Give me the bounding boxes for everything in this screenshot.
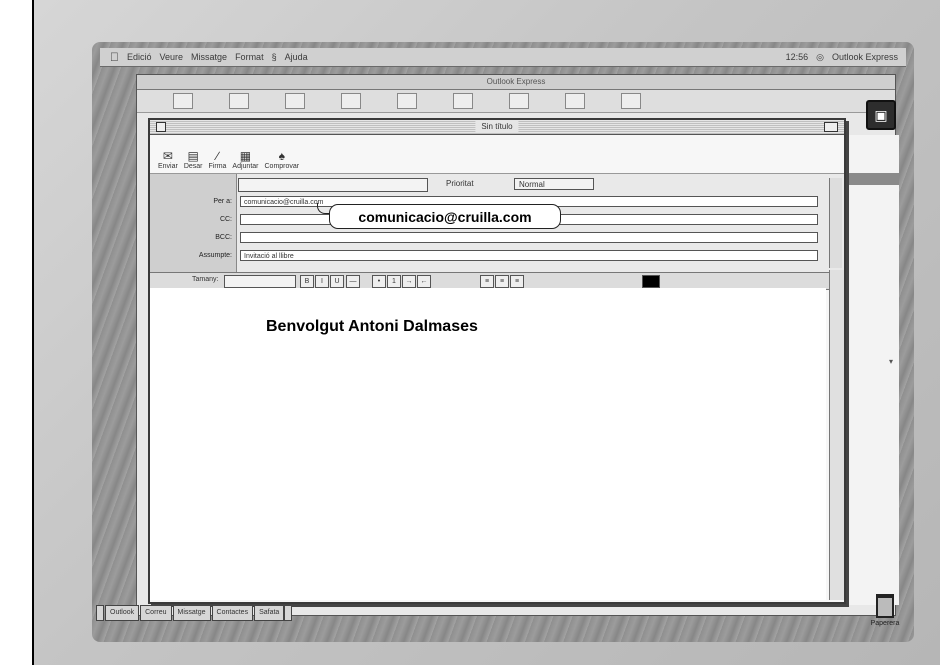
italic-button[interactable]: I xyxy=(315,275,329,288)
outdent-button[interactable]: ← xyxy=(417,275,431,288)
attach-button[interactable]: ▦ Adjuntar xyxy=(232,149,258,173)
priority-select[interactable]: Normal xyxy=(514,178,594,190)
taskbar-right-cap xyxy=(284,605,293,621)
signature-label: Firma xyxy=(208,163,227,170)
message-body[interactable]: Benvolgut Antoni Dalmases xyxy=(150,288,826,600)
zoom-box-icon[interactable] xyxy=(824,122,838,132)
priority-label: Prioritat xyxy=(446,179,474,188)
rule-button-group: — xyxy=(346,275,361,288)
check-names-label: Comprovar xyxy=(264,163,300,170)
bullet-list-button[interactable]: • xyxy=(372,275,386,288)
email-callout: comunicacio@cruilla.com xyxy=(329,204,561,229)
subject-row: Assumpte: Invitació al llibre xyxy=(150,250,820,262)
bcc-row: BCC: xyxy=(150,232,820,244)
numbered-list-button[interactable]: 1 xyxy=(387,275,401,288)
toolbar-button-7[interactable] xyxy=(509,93,529,109)
message-list-panel: ▾ xyxy=(848,135,899,605)
style-button-group: B I U xyxy=(300,275,345,288)
to-label: Per a: xyxy=(213,198,232,205)
send-label: Enviar xyxy=(158,163,178,170)
subject-field[interactable]: Invitació al llibre xyxy=(240,250,818,261)
trash-button[interactable]: Paperera xyxy=(870,594,900,630)
figure-frame:  Edició Veure Missatge Format § Ajuda 1… xyxy=(34,0,940,665)
mac-screen:  Edició Veure Missatge Format § Ajuda 1… xyxy=(92,42,914,642)
align-left-button[interactable]: ≡ xyxy=(480,275,494,288)
horizontal-rule-button[interactable]: — xyxy=(346,275,360,288)
signature-button[interactable]: ∕ Firma xyxy=(209,149,227,173)
body-greeting: Benvolgut Antoni Dalmases xyxy=(266,318,478,335)
save-icon: ▤ xyxy=(187,149,199,163)
message-list-header xyxy=(849,173,899,185)
menu-clock: 12:56 xyxy=(785,52,809,62)
script-icon[interactable]: § xyxy=(272,52,277,62)
subject-label: Assumpte: xyxy=(198,252,232,259)
align-button-group: ≡ ≡ ≡ xyxy=(480,275,525,288)
menu-item-format[interactable]: Format xyxy=(235,52,264,62)
check-names-icon: ♠ xyxy=(278,149,285,163)
taskbar-item-2[interactable]: Correu xyxy=(140,605,172,621)
compose-toolbar: ✉ Enviar ▤ Desar ∕ Firma ▦ Adjuntar ♠ Co… xyxy=(150,135,844,174)
bcc-label: BCC: xyxy=(215,234,232,241)
bcc-field[interactable] xyxy=(240,232,818,243)
check-names-button[interactable]: ♠ Comprovar xyxy=(265,149,300,173)
toolbar-button-4[interactable] xyxy=(341,93,361,109)
toolbar-button-3[interactable] xyxy=(285,93,305,109)
app-icon[interactable]: ▣ xyxy=(866,100,896,130)
align-right-button[interactable]: ≡ xyxy=(510,275,524,288)
indent-button[interactable]: → xyxy=(402,275,416,288)
toolbar-button-1[interactable] xyxy=(173,93,193,109)
taskbar-left-cap xyxy=(96,605,104,621)
attach-label: Adjuntar xyxy=(232,163,259,170)
trash-icon xyxy=(876,594,894,618)
body-scrollbar[interactable] xyxy=(829,270,844,600)
align-center-button[interactable]: ≡ xyxy=(495,275,509,288)
send-button[interactable]: ✉ Enviar xyxy=(158,149,178,173)
underline-button[interactable]: U xyxy=(330,275,344,288)
compose-window: Sin título ✉ Enviar ▤ Desar ∕ Firma ▦ Ad… xyxy=(148,118,846,604)
menu-item-view[interactable]: Veure xyxy=(160,52,184,62)
compose-title-bar[interactable]: Sin título xyxy=(150,120,844,135)
menu-item-help[interactable]: Ajuda xyxy=(285,52,308,62)
taskbar-item-1[interactable]: Outlook xyxy=(105,605,140,621)
list-button-group: • 1 → ← xyxy=(372,275,432,288)
close-box-icon[interactable] xyxy=(156,122,166,132)
toolbar-button-5[interactable] xyxy=(397,93,417,109)
bold-button[interactable]: B xyxy=(300,275,314,288)
toolbar-button-6[interactable] xyxy=(453,93,473,109)
send-icon: ✉ xyxy=(162,149,173,163)
menu-item-message[interactable]: Missatge xyxy=(191,52,227,62)
compose-title: Sin título xyxy=(475,121,519,133)
main-toolbar xyxy=(137,90,895,113)
toolbar-button-2[interactable] xyxy=(229,93,249,109)
taskbar-item-4[interactable]: Contactes xyxy=(211,605,254,621)
toolbar-button-9[interactable] xyxy=(621,93,641,109)
main-window-title: Outlook Express xyxy=(137,75,895,90)
taskbar-item-5[interactable]: Safata xyxy=(254,605,285,621)
attach-icon: ▦ xyxy=(239,149,252,163)
menu-item-edit[interactable]: Edició xyxy=(127,52,152,62)
header-scrollbar[interactable] xyxy=(829,178,842,268)
signature-icon: ∕ xyxy=(216,149,219,163)
save-label: Desar xyxy=(183,163,203,170)
trash-label: Paperera xyxy=(870,620,900,627)
account-row: Prioritat Normal xyxy=(238,178,818,192)
application-taskbar: Outlook Correu Missatge Contactes Safata xyxy=(96,604,496,622)
save-button[interactable]: ▤ Desar xyxy=(184,149,203,173)
taskbar-item-3[interactable]: Missatge xyxy=(172,605,211,621)
cc-label: CC: xyxy=(219,216,232,223)
active-app-name[interactable]: Outlook Express xyxy=(832,52,898,62)
menu-bar:  Edició Veure Missatge Format § Ajuda 1… xyxy=(100,48,906,67)
font-size-select[interactable] xyxy=(224,275,296,288)
text-color-swatch[interactable] xyxy=(642,275,660,288)
toolbar-button-8[interactable] xyxy=(565,93,585,109)
dropdown-arrow-icon[interactable]: ▾ xyxy=(853,357,893,373)
app-switcher-icon[interactable]: ◎ xyxy=(816,52,824,63)
apple-icon[interactable]:  xyxy=(110,50,119,64)
account-select[interactable] xyxy=(238,178,428,192)
font-size-label: Tamany: xyxy=(192,276,219,283)
